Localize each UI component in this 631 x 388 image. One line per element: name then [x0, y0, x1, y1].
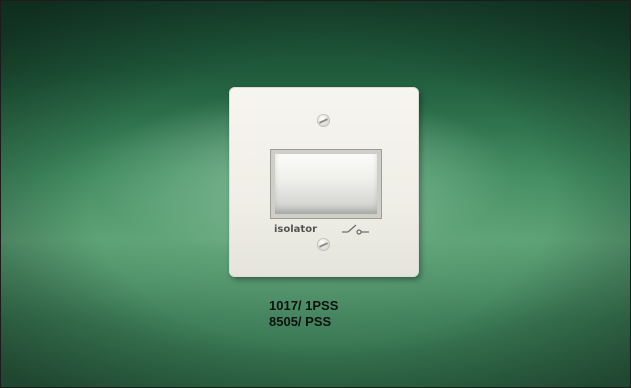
product-photo-frame: isolator 1017/ 1PSS 8505/ PSS: [0, 0, 631, 388]
bottom-screw-icon: [317, 238, 330, 251]
isolator-label: isolator: [274, 224, 318, 235]
product-code-2: 8505/ PSS: [269, 314, 332, 329]
product-code-1: 1017/ 1PSS: [269, 298, 339, 313]
rocker-switch: [275, 154, 377, 214]
top-screw-icon: [317, 114, 330, 127]
switch-symbol-icon: [342, 224, 369, 235]
product-codes: 1017/ 1PSS 8505/ PSS: [269, 298, 369, 330]
isolator-switch-plate: isolator: [229, 87, 419, 277]
rocker-surround: [270, 149, 382, 219]
